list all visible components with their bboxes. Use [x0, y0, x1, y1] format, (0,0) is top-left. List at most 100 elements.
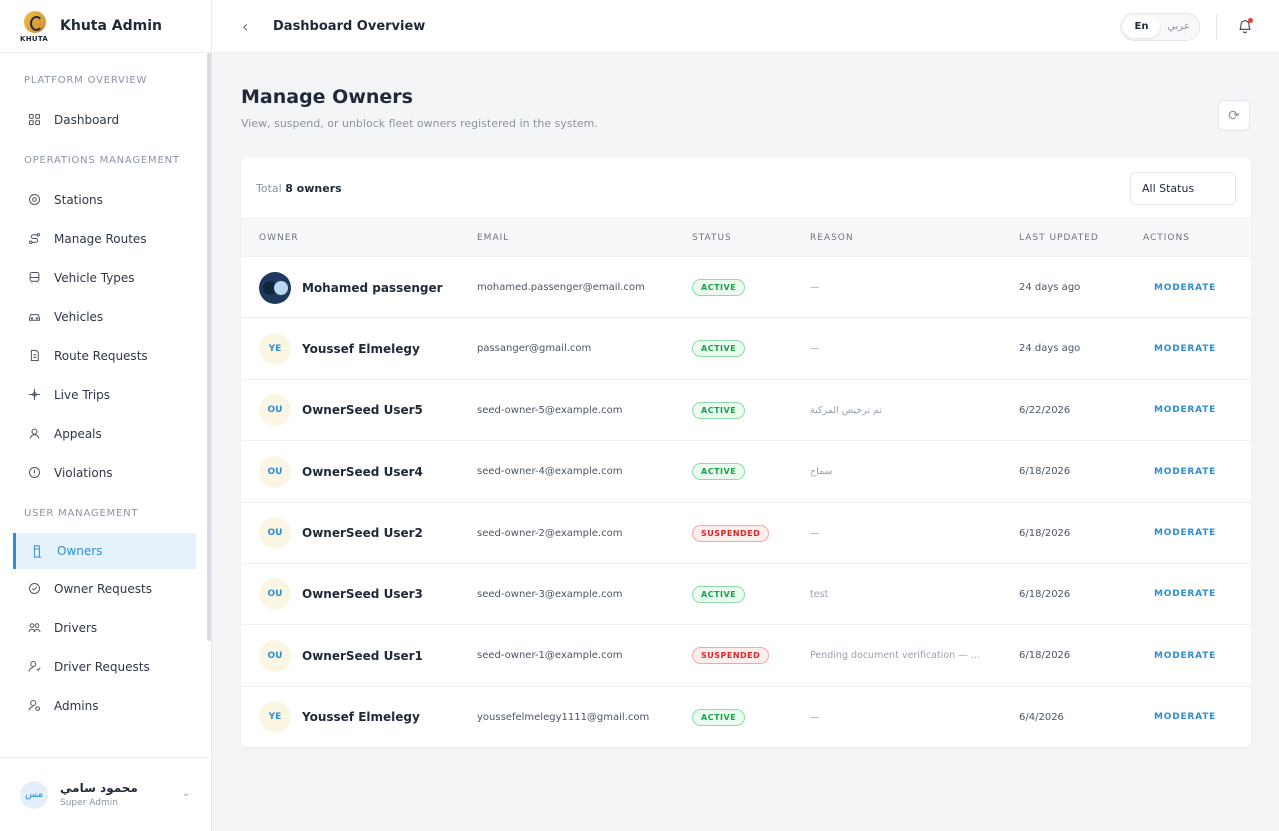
table-row[interactable]: YE Youssef Elmelegy passanger@gmail.com …	[241, 318, 1251, 380]
table-row[interactable]: YE Youssef Elmelegy youssefelmelegy1111@…	[241, 687, 1251, 748]
topbar-title: Dashboard Overview	[273, 18, 426, 34]
sidebar-item-stations[interactable]: Stations	[0, 180, 211, 219]
table-row[interactable]: OU OwnerSeed User2 seed-owner-2@example.…	[241, 503, 1251, 564]
email-cell: seed-owner-3@example.com	[477, 588, 623, 600]
sidebar-item-live-trips[interactable]: Live Trips	[0, 375, 211, 414]
owner-name: Youssef Elmelegy	[302, 710, 420, 725]
admin-icon	[26, 698, 42, 714]
owners-table-card: Total 8 owners All Status OWNER EMAIL ST…	[241, 158, 1251, 748]
moderate-button[interactable]: MODERATE	[1154, 380, 1216, 441]
live-trips-icon	[26, 387, 42, 403]
language-toggle[interactable]: En عربي	[1120, 13, 1200, 41]
avatar: YE	[259, 701, 291, 734]
table-row[interactable]: Mohamed passenger mohamed.passenger@emai…	[241, 257, 1251, 319]
status-filter-select[interactable]: All Status	[1130, 172, 1236, 205]
user-profile[interactable]: مس محمود سامي Super Admin ⌄	[0, 757, 212, 831]
owner-name: Youssef Elmelegy	[302, 341, 420, 356]
brand-name: Khuta Admin	[60, 18, 163, 34]
notification-dot	[1248, 18, 1253, 23]
sidebar-item-vehicles[interactable]: Vehicles	[0, 297, 211, 336]
lang-en-option[interactable]: En	[1123, 16, 1160, 38]
user-request-icon	[26, 659, 42, 675]
owner-cell: Mohamed passenger	[259, 257, 443, 318]
total-count: Total 8 owners	[256, 182, 342, 195]
sidebar-item-manage-routes[interactable]: Manage Routes	[0, 219, 211, 258]
grid-icon	[26, 112, 42, 128]
sidebar-item-label: Drivers	[54, 620, 98, 635]
status-badge: ACTIVE	[692, 401, 746, 419]
sidebar-item-label: Vehicles	[54, 309, 104, 324]
sidebar-item-label: Driver Requests	[54, 659, 150, 674]
last-updated-cell: 6/4/2026	[1019, 711, 1064, 723]
reason-cell: —	[810, 343, 820, 355]
sidebar-item-drivers[interactable]: Drivers	[0, 608, 211, 647]
brand[interactable]: KHUTA Khuta Admin	[0, 0, 211, 53]
avatar: OU	[259, 517, 291, 550]
avatar: مس	[20, 780, 48, 809]
sidebar-item-dashboard[interactable]: Dashboard	[0, 100, 211, 139]
table-row[interactable]: OU OwnerSeed User3 seed-owner-3@example.…	[241, 564, 1251, 626]
sidebar-item-label: Manage Routes	[54, 231, 147, 246]
moderate-button[interactable]: MODERATE	[1154, 441, 1216, 502]
last-updated-cell: 6/18/2026	[1019, 650, 1071, 662]
owner-cell: OU OwnerSeed User5	[259, 380, 423, 441]
moderate-button[interactable]: MODERATE	[1154, 564, 1216, 625]
email-cell: seed-owner-4@example.com	[477, 466, 623, 478]
moderate-button[interactable]: MODERATE	[1154, 257, 1216, 318]
status-cell: ACTIVE	[692, 257, 746, 318]
reason-cell: تم ترخيص المركبة	[810, 404, 883, 416]
email-cell: seed-owner-1@example.com	[477, 650, 623, 662]
last-updated-cell: 6/22/2026	[1019, 404, 1071, 416]
reason-cell: test	[810, 588, 829, 600]
email-cell: youssefelmelegy1111@gmail.com	[477, 711, 650, 723]
status-cell: ACTIVE	[692, 318, 746, 379]
column-header-status: STATUS	[692, 232, 732, 243]
column-header-actions: ACTIONS	[1143, 232, 1190, 243]
sidebar-item-violations[interactable]: Violations	[0, 453, 211, 492]
table-body: Mohamed passenger mohamed.passenger@emai…	[241, 257, 1251, 748]
refresh-icon: ⟳	[1228, 107, 1240, 124]
table-row[interactable]: OU OwnerSeed User4 seed-owner-4@example.…	[241, 441, 1251, 503]
bell-icon[interactable]	[1237, 18, 1253, 34]
sidebar-nav: PLATFORM OVERVIEW Dashboard OPERATIONS MAN…	[0, 53, 211, 725]
table-row[interactable]: OU OwnerSeed User1 seed-owner-1@example.…	[241, 625, 1251, 687]
table-toolbar: Total 8 owners All Status	[241, 158, 1251, 219]
sidebar-item-owners[interactable]: Owners	[13, 533, 196, 569]
last-updated-cell: 6/18/2026	[1019, 588, 1071, 600]
sidebar-item-label: Violations	[54, 465, 113, 480]
column-header-email: EMAIL	[477, 232, 510, 243]
back-arrow-icon[interactable]: ‹	[242, 17, 256, 36]
status-badge: ACTIVE	[692, 340, 746, 358]
owner-name: OwnerSeed User5	[302, 403, 423, 418]
page-subtitle: View, suspend, or unblock fleet owners r…	[241, 117, 598, 130]
refresh-button[interactable]: ⟳	[1218, 100, 1250, 131]
user-role: Super Admin	[60, 798, 118, 808]
email-cell: seed-owner-5@example.com	[477, 404, 623, 416]
check-circle-icon	[26, 581, 42, 597]
reason-cell: —	[810, 527, 820, 539]
sidebar-scrollbar[interactable]	[207, 53, 211, 641]
logo-word: KHUTA	[20, 35, 49, 43]
table-row[interactable]: OU OwnerSeed User5 seed-owner-5@example.…	[241, 380, 1251, 442]
table-header: OWNER EMAIL STATUS REASON LAST UPDATED A…	[241, 219, 1251, 257]
last-updated-cell: 6/18/2026	[1019, 466, 1071, 478]
moderate-button[interactable]: MODERATE	[1154, 625, 1216, 686]
sidebar-item-vehicle-types[interactable]: Vehicle Types	[0, 258, 211, 297]
moderate-button[interactable]: MODERATE	[1154, 503, 1216, 564]
page-header: Manage Owners View, suspend, or unblock …	[241, 86, 598, 130]
sidebar-item-route-requests[interactable]: Route Requests	[0, 336, 211, 375]
avatar: OU	[259, 639, 291, 672]
sidebar-item-appeals[interactable]: Appeals	[0, 414, 211, 453]
sidebar-item-driver-requests[interactable]: Driver Requests	[0, 647, 211, 686]
chevron-down-icon[interactable]: ⌄	[182, 788, 190, 799]
sidebar-item-owner-requests[interactable]: Owner Requests	[0, 569, 211, 608]
moderate-button[interactable]: MODERATE	[1154, 318, 1216, 379]
avatar: OU	[259, 578, 291, 611]
moderate-button[interactable]: MODERATE	[1154, 687, 1216, 748]
lang-ar-option[interactable]: عربي	[1160, 16, 1197, 38]
total-count-value: 8 owners	[285, 181, 342, 195]
status-cell: ACTIVE	[692, 687, 746, 748]
sidebar-item-admins[interactable]: Admins	[0, 686, 211, 725]
status-badge: ACTIVE	[692, 585, 746, 603]
owner-name: OwnerSeed User4	[302, 464, 423, 479]
